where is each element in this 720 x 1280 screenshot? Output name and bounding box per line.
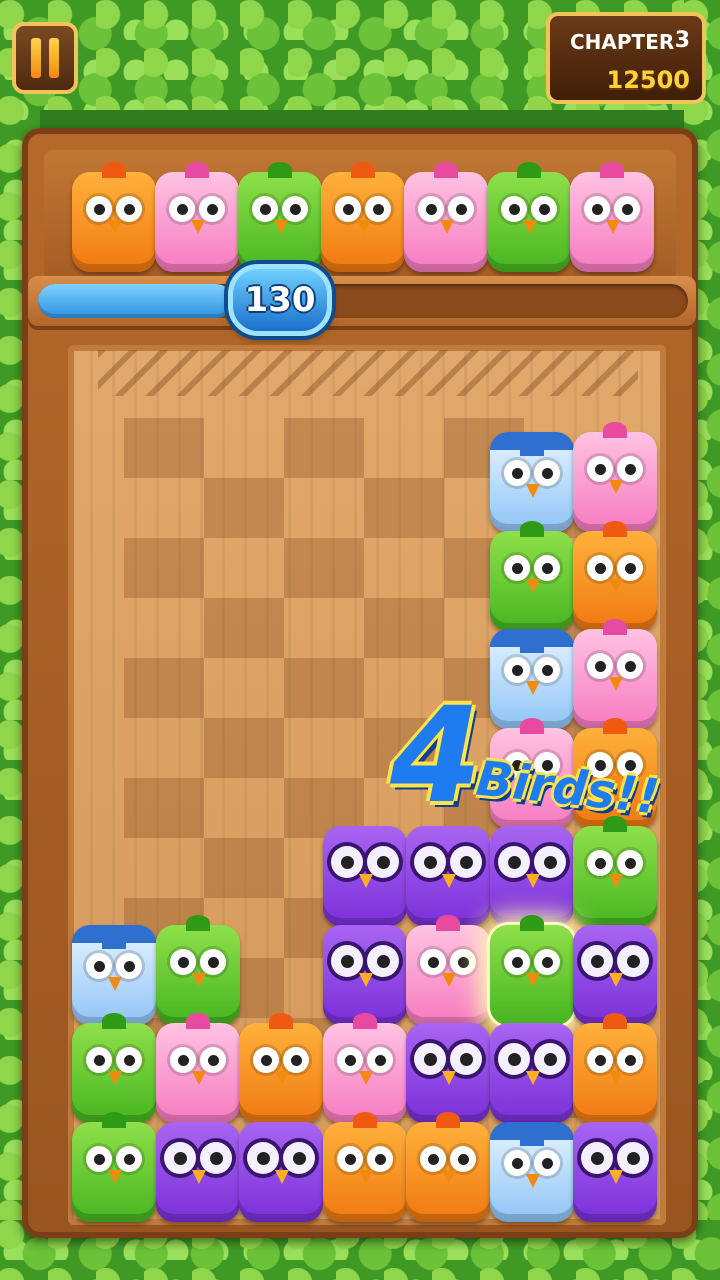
green-bird[interactable] xyxy=(489,914,574,1025)
purple-bird[interactable] xyxy=(573,924,657,1025)
orange-bird[interactable] xyxy=(321,162,405,272)
blue-bird[interactable] xyxy=(489,432,574,532)
moves-progress-fill xyxy=(38,284,233,318)
orange-bird[interactable] xyxy=(72,162,156,272)
moves-count: 130 xyxy=(244,280,316,320)
pause-button[interactable] xyxy=(12,22,78,94)
pink-bird[interactable] xyxy=(322,1013,407,1123)
score-value: 12500 xyxy=(606,66,691,94)
blue-bird[interactable] xyxy=(489,1121,574,1222)
green-bird[interactable] xyxy=(238,162,322,272)
green-bird[interactable] xyxy=(155,914,240,1025)
combo-banner: 4 Birds!! xyxy=(390,690,710,840)
combo-count: 4 xyxy=(390,679,482,833)
pink-bird[interactable] xyxy=(155,162,239,272)
green-bird[interactable] xyxy=(489,520,574,631)
blue-bird[interactable] xyxy=(72,924,156,1025)
purple-bird[interactable] xyxy=(406,1023,490,1123)
purple-bird[interactable] xyxy=(322,826,407,926)
orange-bird[interactable] xyxy=(573,1013,657,1123)
purple-bird[interactable] xyxy=(239,1121,323,1222)
pink-bird[interactable] xyxy=(404,162,488,272)
combo-text: Birds!! xyxy=(473,750,662,826)
chapter-label: CHAPTER xyxy=(570,30,675,54)
green-bird[interactable] xyxy=(573,816,657,926)
pause-icon xyxy=(31,38,59,78)
chapter-panel: CHAPTER 3 12500 xyxy=(546,12,706,104)
pink-bird[interactable] xyxy=(406,914,490,1025)
purple-bird[interactable] xyxy=(155,1121,240,1222)
zigzag-decoration xyxy=(98,350,638,396)
orange-bird[interactable] xyxy=(322,1111,407,1222)
green-bird[interactable] xyxy=(487,162,571,272)
green-bird[interactable] xyxy=(72,1013,156,1123)
green-bird[interactable] xyxy=(72,1111,156,1222)
pink-bird[interactable] xyxy=(570,162,654,272)
purple-bird[interactable] xyxy=(489,1023,574,1123)
pink-bird[interactable] xyxy=(573,422,657,532)
purple-bird[interactable] xyxy=(573,1121,657,1222)
chapter-number: 3 xyxy=(674,28,690,53)
pink-bird[interactable] xyxy=(155,1013,240,1123)
purple-bird[interactable] xyxy=(322,924,407,1025)
moves-badge: 130 xyxy=(228,264,332,336)
orange-bird[interactable] xyxy=(239,1013,323,1123)
moves-progress-bar xyxy=(38,284,688,318)
purple-bird[interactable] xyxy=(406,826,490,926)
orange-bird[interactable] xyxy=(573,520,657,631)
orange-bird[interactable] xyxy=(406,1111,490,1222)
purple-bird[interactable] xyxy=(489,826,574,926)
